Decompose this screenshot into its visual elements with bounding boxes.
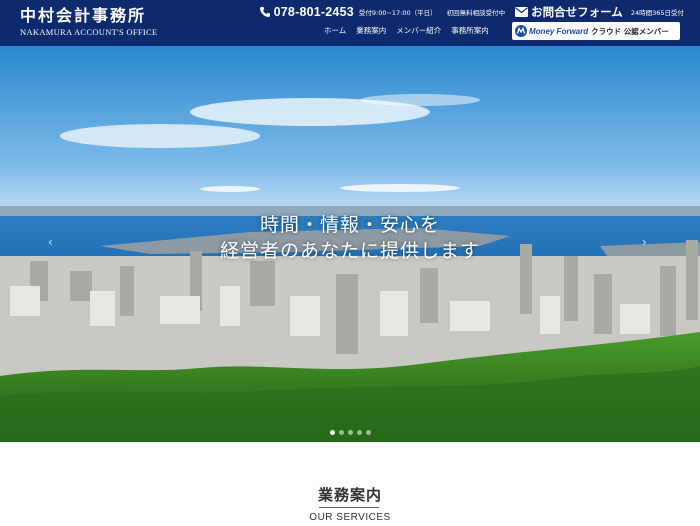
- services-divider: [319, 507, 379, 508]
- money-forward-logo-icon: [515, 25, 527, 37]
- slider-dot-4[interactable]: [356, 430, 362, 435]
- money-forward-badge[interactable]: Money Forward クラウド 公認メンバー: [512, 22, 680, 40]
- nav-office[interactable]: 事務所案内: [451, 25, 489, 36]
- nav-members[interactable]: メンバー紹介: [396, 25, 441, 36]
- hero-caption-line1: 時間・情報・安心を: [259, 214, 440, 236]
- slider-dot-2[interactable]: [338, 430, 344, 435]
- services-subtitle: OUR SERVICES: [309, 512, 391, 523]
- phone-number[interactable]: 078-801-2453: [274, 5, 354, 19]
- nav-services[interactable]: 業務案内: [356, 25, 386, 36]
- logo-english: NAKAMURA ACCOUNT'S OFFICE: [20, 27, 158, 37]
- free-consult-note: 初回無料相談受付中: [446, 9, 506, 17]
- contact-form-link[interactable]: お問合せフォーム: [531, 4, 623, 20]
- office-hours: 受付9:00~17:00（平日）: [358, 9, 437, 17]
- contact-bar: 078-801-2453 受付9:00~17:00（平日） 初回無料相談受付中 …: [259, 4, 684, 20]
- slider-dot-1[interactable]: [329, 430, 335, 435]
- nav-home[interactable]: ホーム: [324, 25, 346, 36]
- site-header: 中村会計事務所 NAKAMURA ACCOUNT'S OFFICE 078-80…: [0, 0, 700, 46]
- services-title: 業務案内: [317, 486, 382, 504]
- slider-next-arrow-icon[interactable]: ›: [642, 235, 652, 249]
- phone-icon: [259, 7, 270, 17]
- slider-dots: [0, 430, 700, 435]
- contact-hours-note: 24時間365日受付: [630, 9, 684, 17]
- badge-brand: Money Forward: [529, 26, 589, 36]
- slider-dot-5[interactable]: [365, 430, 371, 435]
- main-nav: ホーム 業務案内 メンバー紹介 事務所案内: [324, 25, 489, 36]
- slider-dot-3[interactable]: [347, 430, 353, 435]
- mail-icon: [515, 7, 529, 17]
- site-logo[interactable]: 中村会計事務所 NAKAMURA ACCOUNT'S OFFICE: [20, 6, 158, 38]
- hero-slider: 時間・情報・安心を 経営者のあなたに提供します ‹ ›: [0, 46, 700, 442]
- slider-prev-arrow-icon[interactable]: ‹: [48, 235, 58, 249]
- badge-label: クラウド 公認メンバー: [591, 26, 669, 36]
- logo-japanese: 中村会計事務所: [20, 6, 147, 25]
- hero-caption: 時間・情報・安心を 経営者のあなたに提供します: [0, 212, 700, 264]
- hero-caption-line2: 経営者のあなたに提供します: [219, 240, 480, 262]
